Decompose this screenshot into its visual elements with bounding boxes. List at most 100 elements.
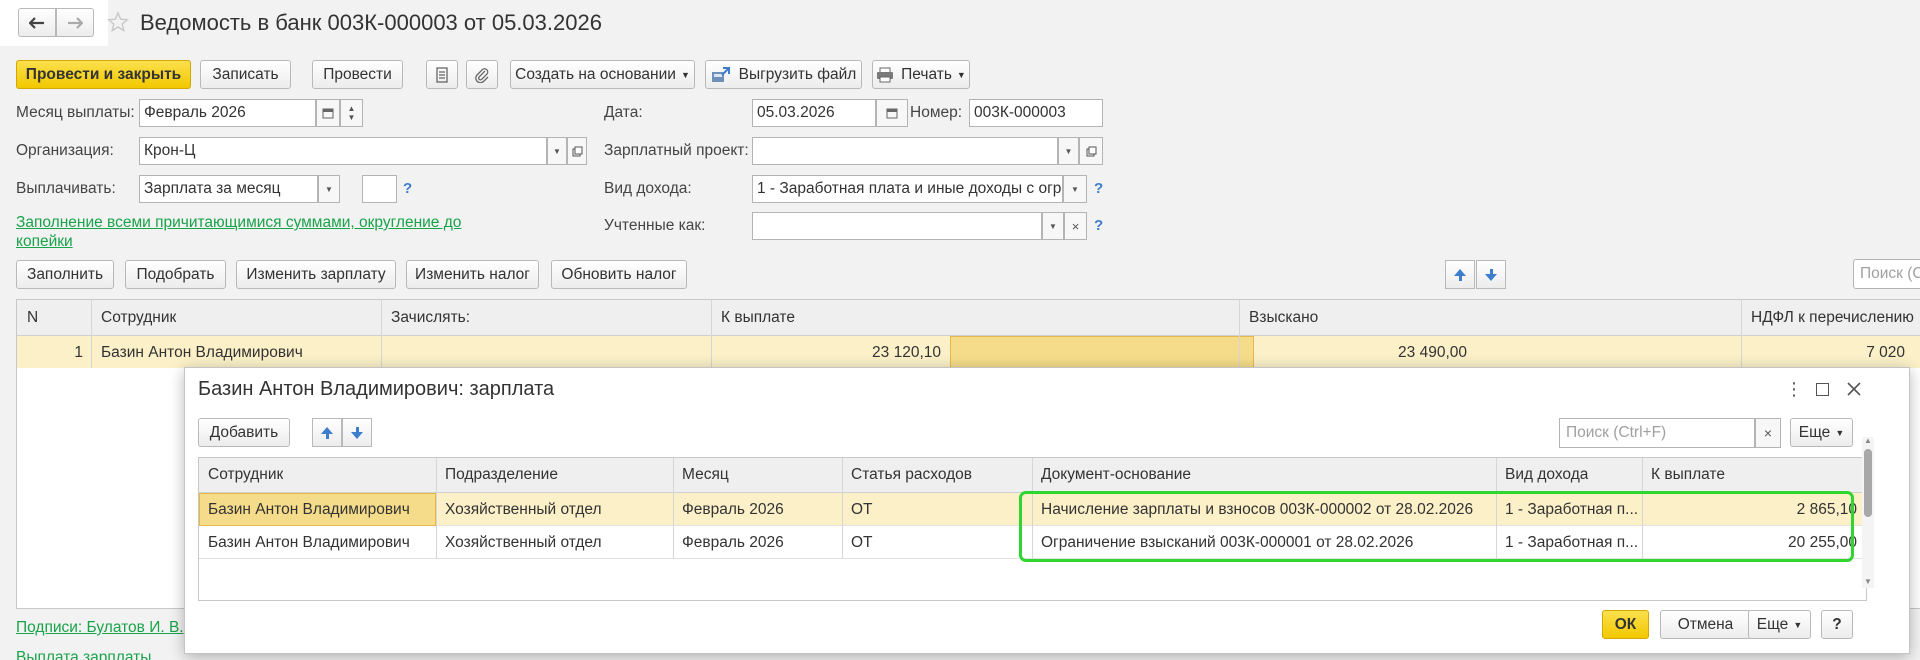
col-header-to-pay[interactable]: К выплате — [721, 309, 795, 327]
fill-link-line-1[interactable]: Заполнение всеми причитающимися суммами,… — [16, 213, 461, 232]
col-header-employee[interactable]: Сотрудник — [101, 309, 176, 327]
dialog-menu-icon[interactable]: ⋮ — [1785, 380, 1803, 398]
post-button[interactable]: Провести — [312, 60, 403, 89]
pay-help-icon[interactable]: ? — [403, 180, 412, 197]
fill-button[interactable]: Заполнить — [16, 260, 114, 289]
dialog-more-button[interactable]: Еще ▼ — [1790, 418, 1853, 447]
arrow-left-icon — [29, 16, 44, 29]
arrow-right-icon — [68, 16, 83, 29]
dialog-footer-more-main-button[interactable]: Еще ▼ — [1748, 610, 1811, 639]
pay-extra-field[interactable] — [362, 175, 397, 203]
dialog-col-month[interactable]: Месяц — [682, 466, 729, 484]
salary-project-dropdown-button[interactable]: ▼ — [1058, 137, 1079, 165]
date-field[interactable]: 05.03.2026 — [752, 99, 876, 127]
dialog-search-input[interactable]: Поиск (Ctrl+F) — [1559, 418, 1755, 448]
document-list-button[interactable] — [426, 60, 458, 89]
chevron-down-icon: ▼ — [1793, 619, 1803, 630]
dialog-help-button[interactable]: ? — [1821, 610, 1853, 639]
accounted-field[interactable] — [752, 212, 1042, 240]
dialog-footer-more-label: Еще — [1756, 615, 1789, 633]
scrollbar-thumb[interactable] — [1864, 449, 1872, 517]
salary-payout-link[interactable]: Выплата зарплаты — [16, 648, 151, 660]
col-divider — [91, 300, 92, 368]
col-divider — [673, 458, 674, 559]
month-stepper[interactable]: ▲ ▼ — [340, 99, 363, 127]
open-icon — [1086, 146, 1096, 156]
dialog-col-expense[interactable]: Статья расходов — [851, 466, 972, 484]
export-file-button[interactable]: Выгрузить файл — [705, 60, 862, 89]
fill-link-line-2[interactable]: копейки — [16, 232, 461, 251]
back-button[interactable] — [18, 8, 56, 37]
create-based-on-button[interactable]: Создать на основании ▼ — [510, 60, 695, 89]
dialog-close-icon[interactable] — [1847, 382, 1861, 396]
col-divider — [842, 458, 843, 559]
signatures-link[interactable]: Подписи: Булатов И. В., ... — [16, 618, 205, 637]
dialog-search-clear-button[interactable]: × — [1755, 418, 1781, 448]
fill-link[interactable]: Заполнение всеми причитающимися суммами,… — [16, 213, 461, 251]
col-header-credit[interactable]: Зачислять: — [391, 309, 470, 327]
calendar-icon — [886, 108, 898, 119]
post-and-close-button[interactable]: Провести и закрыть — [16, 60, 191, 89]
salary-project-open-button[interactable] — [1079, 137, 1103, 165]
clear-icon: × — [1763, 425, 1773, 441]
printer-icon — [877, 67, 894, 82]
dialog-maximize-icon[interactable] — [1816, 383, 1829, 396]
accounted-dropdown-button[interactable]: ▼ — [1042, 212, 1064, 240]
income-type-dropdown-button[interactable]: ▼ — [1063, 175, 1087, 203]
accounted-help-icon[interactable]: ? — [1094, 217, 1103, 234]
row-ndfl: 7 020 — [1866, 344, 1905, 361]
dialog-title: Базин Антон Владимирович: зарплата — [198, 378, 555, 400]
dialog-table: Сотрудник Подразделение Месяц Статья рас… — [198, 457, 1867, 601]
month-field[interactable]: Февраль 2026 — [139, 99, 316, 127]
dialog-col-employee[interactable]: Сотрудник — [208, 466, 283, 484]
scroll-up-icon[interactable]: ▲ — [1864, 436, 1872, 445]
dialog-col-income[interactable]: Вид дохода — [1505, 466, 1588, 484]
col-header-collected[interactable]: Взыскано — [1249, 309, 1318, 327]
stepper-up-icon[interactable]: ▲ — [348, 104, 356, 113]
col-header-ndfl[interactable]: НДФЛ к перечислению — [1751, 309, 1914, 327]
col-divider — [381, 300, 382, 368]
number-field[interactable]: 003К-000003 — [969, 99, 1103, 127]
salary-project-field[interactable] — [752, 137, 1058, 165]
selected-cell[interactable] — [950, 336, 1254, 368]
dialog-move-up-button[interactable] — [312, 418, 342, 447]
highlight-frame — [1019, 491, 1854, 562]
dialog-cancel-button[interactable]: Отмена — [1660, 610, 1751, 639]
date-calendar-button[interactable] — [876, 99, 908, 127]
dialog-move-down-button[interactable] — [342, 418, 372, 447]
dialog-col-amount[interactable]: К выплате — [1651, 466, 1725, 484]
accounted-clear-button[interactable]: × — [1064, 212, 1087, 240]
move-down-button[interactable] — [1476, 260, 1506, 289]
scroll-down-icon[interactable]: ▼ — [1864, 577, 1872, 586]
forward-button[interactable] — [56, 8, 94, 37]
date-label: Дата: — [604, 104, 643, 121]
col-divider — [711, 300, 712, 368]
dialog-scrollbar[interactable]: ▲ ▼ — [1862, 436, 1874, 588]
organization-open-button[interactable] — [567, 137, 587, 165]
col-header-n[interactable]: N — [27, 309, 38, 327]
star-icon[interactable] — [107, 11, 129, 33]
move-up-button[interactable] — [1445, 260, 1475, 289]
income-type-help-icon[interactable]: ? — [1094, 180, 1103, 197]
print-button[interactable]: Печать ▼ — [872, 60, 970, 89]
dialog-col-department[interactable]: Подразделение — [445, 466, 558, 484]
change-tax-button[interactable]: Изменить налог — [406, 260, 539, 289]
organization-dropdown-button[interactable]: ▼ — [547, 137, 567, 165]
create-based-on-label: Создать на основании — [515, 65, 676, 83]
dialog-ok-button[interactable]: ОК — [1602, 610, 1649, 639]
col-divider — [436, 458, 437, 559]
pay-dropdown-button[interactable]: ▼ — [318, 175, 340, 203]
income-type-field[interactable]: 1 - Заработная плата и иные доходы с огр… — [752, 175, 1063, 203]
calendar-button[interactable] — [316, 99, 340, 127]
dialog-col-document[interactable]: Документ-основание — [1041, 466, 1191, 484]
pick-button[interactable]: Подобрать — [125, 260, 226, 289]
refresh-tax-button[interactable]: Обновить налог — [551, 260, 687, 289]
save-button[interactable]: Записать — [200, 60, 291, 89]
stepper-down-icon[interactable]: ▼ — [348, 113, 356, 122]
main-search-input[interactable]: Поиск (Ct — [1853, 259, 1920, 289]
change-salary-button[interactable]: Изменить зарплату — [236, 260, 396, 289]
attach-button[interactable] — [466, 60, 498, 89]
dialog-add-button[interactable]: Добавить — [198, 418, 290, 447]
pay-field[interactable]: Зарплата за месяц — [139, 175, 318, 203]
organization-field[interactable]: Крон-Ц — [139, 137, 547, 165]
